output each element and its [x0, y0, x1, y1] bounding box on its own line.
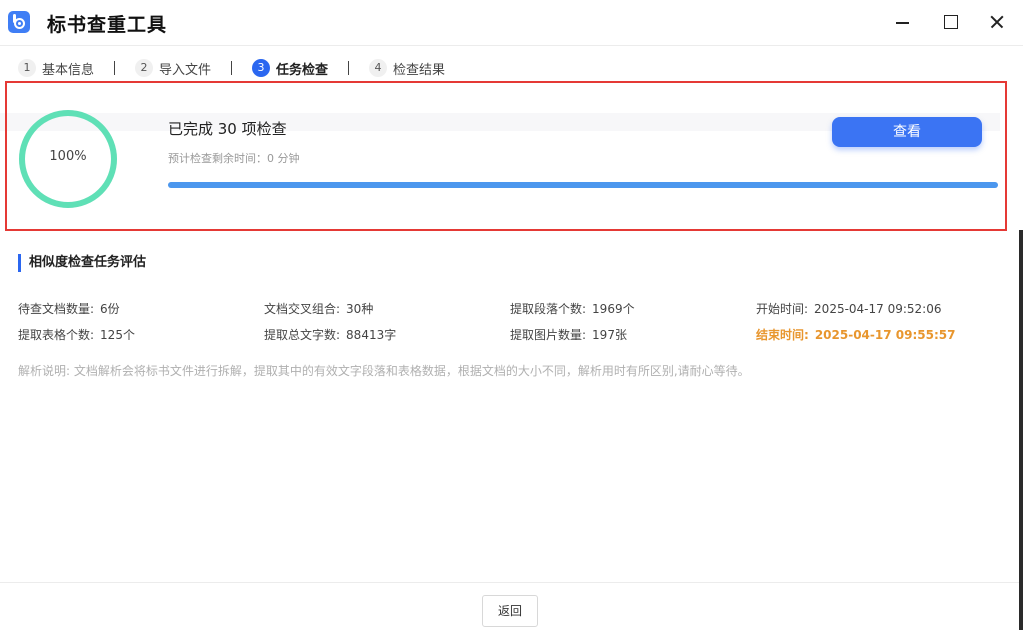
back-button[interactable]: 返回	[482, 595, 538, 627]
footer: 返回	[0, 582, 1023, 638]
step-number: 2	[135, 59, 154, 77]
highlight-box	[5, 81, 1007, 231]
minimize-icon[interactable]	[889, 8, 917, 36]
stat-doc-combinations: 文档交叉组合: 30种	[264, 300, 373, 317]
close-icon[interactable]	[983, 8, 1011, 36]
stat-label: 开始时间:	[756, 302, 809, 316]
step-check-results[interactable]: 4 检查结果	[369, 59, 445, 78]
stat-doc-count: 待查文档数量: 6份	[18, 300, 120, 317]
stat-paragraph-count: 提取段落个数: 1969个	[510, 300, 635, 317]
stat-label: 待查文档数量:	[18, 302, 95, 316]
stat-label: 提取表格个数:	[18, 328, 95, 342]
step-number: 3	[252, 59, 271, 77]
step-label: 检查结果	[393, 62, 446, 78]
step-divider	[114, 61, 116, 75]
stat-end-time: 结束时间: 2025-04-17 09:55:57	[756, 326, 955, 343]
stat-label: 文档交叉组合:	[264, 302, 341, 316]
step-divider	[231, 61, 233, 75]
title-bar: 标书查重工具	[0, 0, 1023, 46]
stat-value: 197张	[592, 328, 627, 342]
step-task-check[interactable]: 3 任务检查	[252, 59, 328, 78]
stat-image-count: 提取图片数量: 197张	[510, 326, 627, 343]
app-logo-icon	[8, 11, 30, 33]
stat-value: 30种	[346, 302, 374, 316]
step-label: 导入文件	[159, 62, 212, 78]
step-navigation: 1 基本信息 2 导入文件 3 任务检查 4 检查结果	[18, 58, 445, 78]
step-label: 基本信息	[42, 62, 95, 78]
section-title: 相似度检查任务评估	[18, 254, 146, 272]
maximize-icon[interactable]	[936, 8, 964, 36]
stat-label: 结束时间:	[756, 328, 809, 342]
step-divider	[348, 61, 350, 75]
stat-value: 1969个	[592, 302, 635, 316]
stat-value: 125个	[100, 328, 135, 342]
stat-table-count: 提取表格个数: 125个	[18, 326, 135, 343]
step-number: 1	[18, 59, 36, 77]
stat-value: 88413字	[346, 328, 397, 342]
stat-total-chars: 提取总文字数: 88413字	[264, 326, 396, 343]
stat-label: 提取总文字数:	[264, 328, 341, 342]
step-number: 4	[369, 59, 388, 77]
stat-label: 提取段落个数:	[510, 302, 587, 316]
step-basic-info[interactable]: 1 基本信息	[18, 59, 94, 78]
stat-start-time: 开始时间: 2025-04-17 09:52:06	[756, 300, 942, 317]
window-edge	[1019, 230, 1023, 630]
window-title: 标书查重工具	[47, 14, 168, 36]
stat-value: 6份	[100, 302, 120, 316]
parse-note: 解析说明: 文档解析会将标书文件进行拆解，提取其中的有效文字段落和表格数据，根据…	[18, 364, 750, 378]
stat-value: 2025-04-17 09:55:57	[814, 328, 956, 342]
step-label: 任务检查	[276, 62, 329, 78]
stat-label: 提取图片数量:	[510, 328, 587, 342]
stat-value: 2025-04-17 09:52:06	[814, 302, 942, 316]
step-import-files[interactable]: 2 导入文件	[135, 59, 211, 78]
